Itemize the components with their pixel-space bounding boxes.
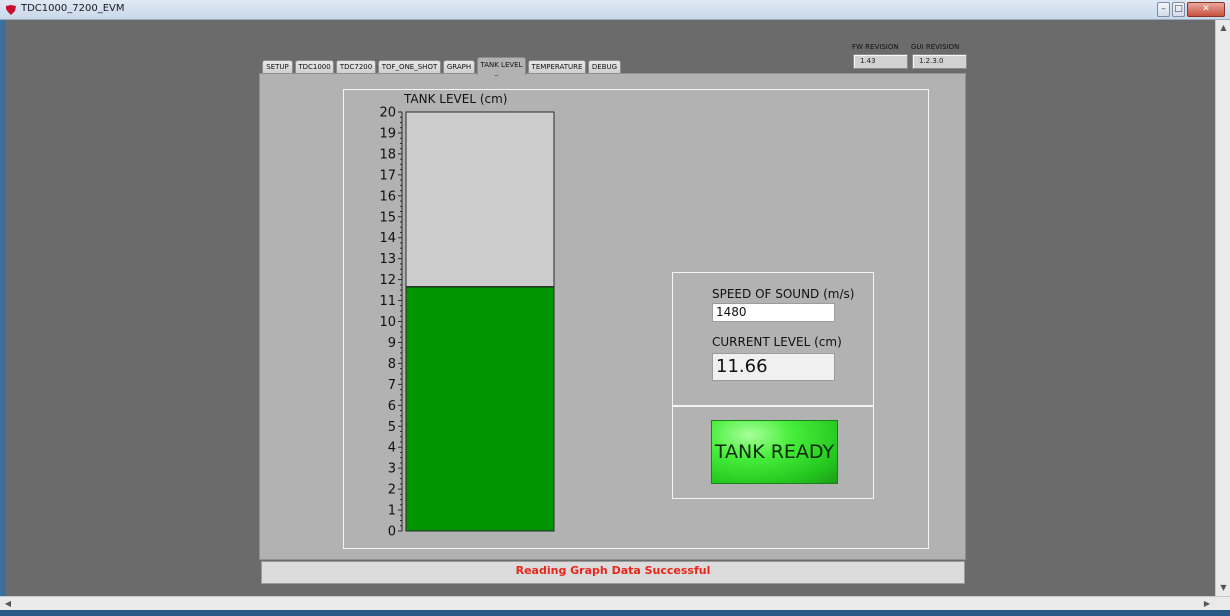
- minimize-button[interactable]: –: [1157, 2, 1170, 17]
- y-tick-label: 16: [379, 189, 396, 204]
- y-tick-label: 9: [388, 336, 396, 351]
- y-tick-label: 4: [388, 441, 396, 456]
- y-tick-label: 3: [388, 462, 396, 477]
- tab-setup[interactable]: SETUP: [262, 60, 293, 74]
- title-bar: TDC1000_7200_EVM – □ ✕: [0, 0, 1230, 20]
- scroll-right-icon[interactable]: ▶: [1201, 598, 1213, 610]
- scroll-left-icon[interactable]: ◀: [2, 598, 14, 610]
- y-tick-label: 15: [379, 210, 396, 225]
- status-bar: Reading Graph Data Successful: [261, 561, 965, 584]
- horizontal-scrollbar[interactable]: ◀ ▶: [0, 596, 1230, 610]
- tab-tof-one-shot[interactable]: TOF_ONE_SHOT: [378, 60, 441, 74]
- tank-ready-indicator[interactable]: TANK READY: [711, 420, 838, 484]
- tank-level-bar: [406, 286, 554, 531]
- tab-tank-level[interactable]: TANK LEVEL: [477, 57, 526, 75]
- window-title: TDC1000_7200_EVM: [21, 3, 125, 14]
- taskbar: [0, 610, 1230, 616]
- y-tick-label: 1: [388, 504, 396, 519]
- tab-temperature[interactable]: TEMPERATURE: [528, 60, 586, 74]
- fw-revision-label: FW REVISION: [852, 43, 899, 51]
- tab-graph[interactable]: GRAPH: [443, 60, 475, 74]
- y-tick-label: 8: [388, 357, 396, 372]
- gui-revision-value: 1.2.3.0: [912, 54, 967, 69]
- scroll-up-icon[interactable]: ▲: [1218, 22, 1229, 33]
- y-tick-label: 0: [388, 525, 396, 540]
- current-level-value: 11.66: [712, 353, 835, 381]
- vertical-scrollbar[interactable]: ▲ ▼: [1215, 20, 1230, 596]
- y-tick-label: 13: [379, 252, 396, 267]
- tab-debug[interactable]: DEBUG: [588, 60, 621, 74]
- y-tick-label: 10: [379, 315, 396, 330]
- gui-revision-label: GUI REVISION: [911, 43, 960, 51]
- close-button[interactable]: ✕: [1187, 2, 1225, 17]
- current-level-label: CURRENT LEVEL (cm): [712, 335, 842, 349]
- speed-of-sound-input[interactable]: 1480: [712, 303, 835, 322]
- y-tick-label: 12: [379, 273, 396, 288]
- y-tick-label: 7: [388, 378, 396, 393]
- scroll-down-icon[interactable]: ▼: [1218, 582, 1229, 593]
- fw-revision-value: 1.43: [853, 54, 908, 69]
- y-tick-label: 20: [379, 106, 396, 121]
- y-tick-label: 17: [379, 168, 396, 183]
- y-tick-label: 19: [379, 126, 396, 141]
- y-tick-label: 18: [379, 147, 396, 162]
- tank-level-chart: 01234567891011121314151617181920: [379, 106, 555, 540]
- maximize-button[interactable]: □: [1172, 2, 1185, 17]
- speed-of-sound-label: SPEED OF SOUND (m/s): [712, 287, 855, 301]
- y-tick-label: 5: [388, 420, 396, 435]
- y-tick-label: 6: [388, 399, 396, 414]
- tab-tdc7200[interactable]: TDC7200: [336, 60, 376, 74]
- y-tick-label: 11: [379, 294, 396, 309]
- ti-logo-icon: [6, 5, 16, 15]
- y-tick-label: 2: [388, 483, 396, 498]
- tab-tdc1000[interactable]: TDC1000: [295, 60, 334, 74]
- y-tick-label: 14: [379, 231, 396, 246]
